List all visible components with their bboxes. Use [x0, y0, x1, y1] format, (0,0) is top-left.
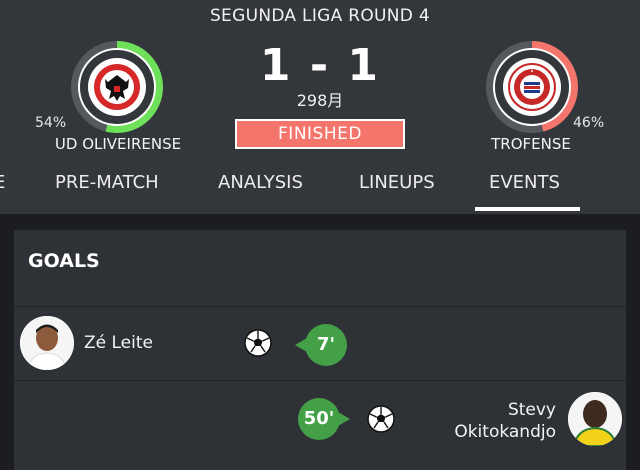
goal-scorer-first-name: Stevy	[507, 400, 556, 420]
match-score: 1 - 1	[259, 40, 381, 91]
goal-scorer-name[interactable]: Stevy Okitokandjo	[394, 399, 556, 443]
active-tab-indicator	[475, 207, 580, 211]
tab-lineups[interactable]: LINEUPS	[359, 172, 435, 193]
home-possession-percent: 54%	[35, 115, 67, 131]
goal-minute-badge: 7'	[295, 324, 347, 366]
goal-scorer-name[interactable]: Zé Leite	[84, 333, 153, 353]
row-divider	[14, 306, 626, 307]
away-possession-ring[interactable]	[486, 41, 578, 133]
goals-section-title: GOALS	[28, 250, 100, 272]
soccer-ball-icon	[366, 404, 396, 434]
goal-scorer-last-name: Okitokandjo	[454, 422, 556, 442]
tab-events[interactable]: EVENTS	[489, 172, 560, 193]
goals-card: GOALS Zé Leite 7' 50' Stevy Okitokandjo	[14, 230, 626, 470]
soccer-ball-icon	[243, 328, 273, 358]
match-date: 298月	[296, 91, 344, 110]
away-team-name[interactable]: TROFENSE	[470, 135, 592, 153]
row-divider	[14, 380, 626, 381]
player-avatar[interactable]	[568, 392, 622, 446]
away-possession-percent: 46%	[573, 115, 605, 131]
trofense-crest-icon	[503, 58, 561, 116]
match-tabs: E PRE-MATCH ANALYSIS LINEUPS EVENTS	[0, 164, 640, 214]
match-header: SEGUNDA LIGA ROUND 4 54% UD OLIVEIRENSE …	[0, 0, 640, 214]
goal-minute-badge: 50'	[298, 398, 350, 440]
tab-pre-match[interactable]: PRE-MATCH	[55, 172, 159, 193]
round-title: SEGUNDA LIGA ROUND 4	[209, 6, 431, 26]
player-avatar[interactable]	[20, 316, 74, 370]
home-possession-ring[interactable]	[71, 41, 163, 133]
tab-live-partial[interactable]: E	[0, 172, 5, 193]
tab-analysis[interactable]: ANALYSIS	[218, 172, 303, 193]
match-status-badge: FINISHED	[235, 119, 405, 149]
home-team-name[interactable]: UD OLIVEIRENSE	[40, 135, 196, 153]
oliveirense-crest-icon	[88, 58, 146, 116]
